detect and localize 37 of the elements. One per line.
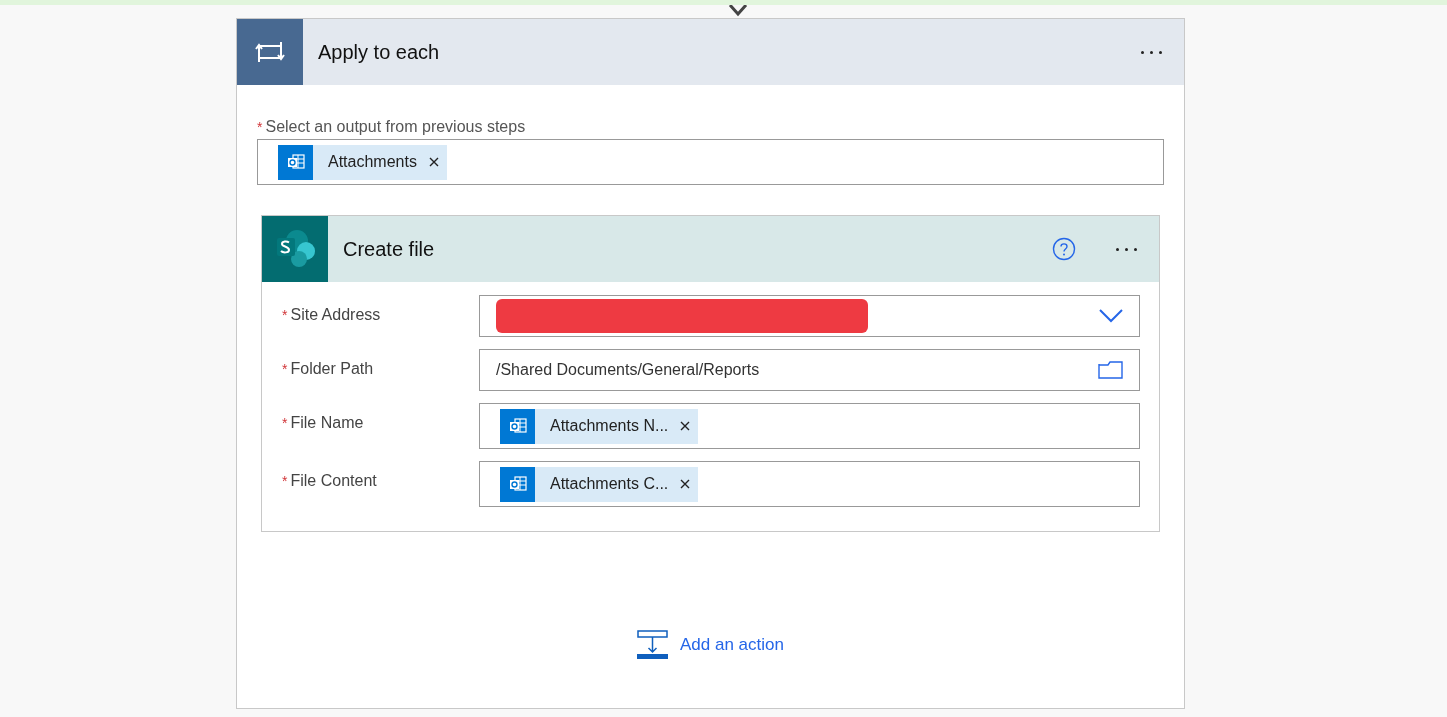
folder-icon[interactable] xyxy=(1098,361,1123,379)
card-title: Apply to each xyxy=(318,40,441,65)
token-chip[interactable]: Attachments xyxy=(278,144,447,180)
token-field[interactable]: Attachments xyxy=(257,139,1164,185)
field-label: File Content xyxy=(290,471,377,491)
required-asterisk: * xyxy=(282,414,288,433)
field-label: Select an output from previous steps xyxy=(265,117,526,137)
loop-icon xyxy=(254,40,286,64)
card-title: Create file xyxy=(343,237,436,262)
close-icon[interactable] xyxy=(680,421,691,431)
mail-app-icon xyxy=(507,474,528,494)
mail-app-icon xyxy=(285,152,306,172)
chevron-down-icon xyxy=(1099,309,1123,323)
mail-app-icon xyxy=(507,416,528,436)
required-asterisk: * xyxy=(257,118,263,137)
required-asterisk: * xyxy=(282,360,288,379)
token-label: Attachments C... xyxy=(550,474,669,494)
required-asterisk: * xyxy=(282,472,288,491)
insert-step-icon xyxy=(637,630,668,660)
close-icon[interactable] xyxy=(428,157,439,167)
dropdown-field[interactable] xyxy=(479,295,1140,337)
close-icon[interactable] xyxy=(680,479,691,489)
token-field[interactable]: Attachments C... xyxy=(479,461,1140,507)
field-label: Site Address xyxy=(290,305,381,325)
text-field[interactable]: /Shared Documents/General/Reports xyxy=(479,349,1140,391)
token-chip[interactable]: Attachments N... xyxy=(500,408,699,444)
add-action-button[interactable]: Add an action xyxy=(637,630,784,660)
help-icon[interactable] xyxy=(1052,237,1076,261)
token-label: Attachments N... xyxy=(550,416,669,436)
token-label: Attachments xyxy=(328,152,417,172)
required-asterisk: * xyxy=(282,306,288,325)
field-value: /Shared Documents/General/Reports xyxy=(496,360,761,380)
arrow-down-icon xyxy=(727,5,748,17)
field-label: File Name xyxy=(290,413,364,433)
token-chip[interactable]: Attachments C... xyxy=(500,466,699,502)
token-field[interactable]: Attachments N... xyxy=(479,403,1140,449)
field-label: Folder Path xyxy=(290,359,374,379)
